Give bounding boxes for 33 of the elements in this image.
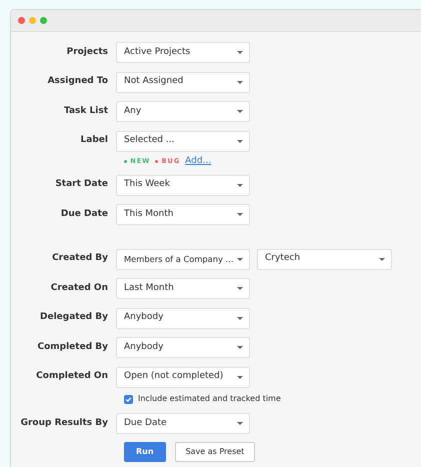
dropdown-select[interactable]: Anybody (116, 308, 250, 328)
zoom-button[interactable] (40, 17, 47, 24)
dropdown-select[interactable]: Crytech (257, 248, 392, 270)
dropdown-select[interactable]: Members of a Company ... (116, 248, 250, 270)
dropdown-select[interactable]: Not Assigned (116, 72, 250, 92)
dropdown-select[interactable]: This Month (116, 204, 250, 225)
close-button[interactable] (18, 17, 25, 24)
field-label: Label (80, 134, 109, 148)
dropdown-select[interactable]: Anybody (116, 337, 250, 358)
run-button[interactable]: Run (124, 442, 166, 462)
field-label: Created By (51, 252, 109, 266)
checkbox[interactable] (124, 394, 133, 404)
field-label: Projects (66, 46, 109, 59)
field-label: Created On (50, 282, 109, 295)
field-label: Group Results By (20, 416, 109, 430)
dropdown-select[interactable]: This Week (116, 174, 250, 196)
field-label: Completed By (36, 340, 109, 354)
dropdown-select[interactable]: Last Month (116, 278, 250, 299)
field-label: Completed On (35, 370, 109, 384)
field-label: Start Date (54, 178, 109, 192)
minimize-button[interactable] (29, 17, 36, 24)
add-label-link[interactable]: Add... (185, 155, 212, 168)
dropdown-select[interactable]: Open (not completed) (116, 366, 250, 388)
field-label: Assigned To (46, 75, 109, 88)
dropdown-select[interactable]: Any (116, 101, 250, 122)
dropdown-select[interactable]: Due Date (116, 413, 250, 434)
dropdown-select[interactable]: Active Projects (116, 42, 250, 63)
field-label: Delegated By (39, 311, 109, 324)
dropdown-select[interactable]: Selected ... (116, 130, 250, 152)
save-preset-button[interactable]: Save as Preset (174, 442, 256, 462)
field-label: Due Date (60, 208, 109, 221)
checkbox-label: Include estimated and tracked time (138, 393, 281, 405)
field-label: Task List (62, 104, 109, 118)
